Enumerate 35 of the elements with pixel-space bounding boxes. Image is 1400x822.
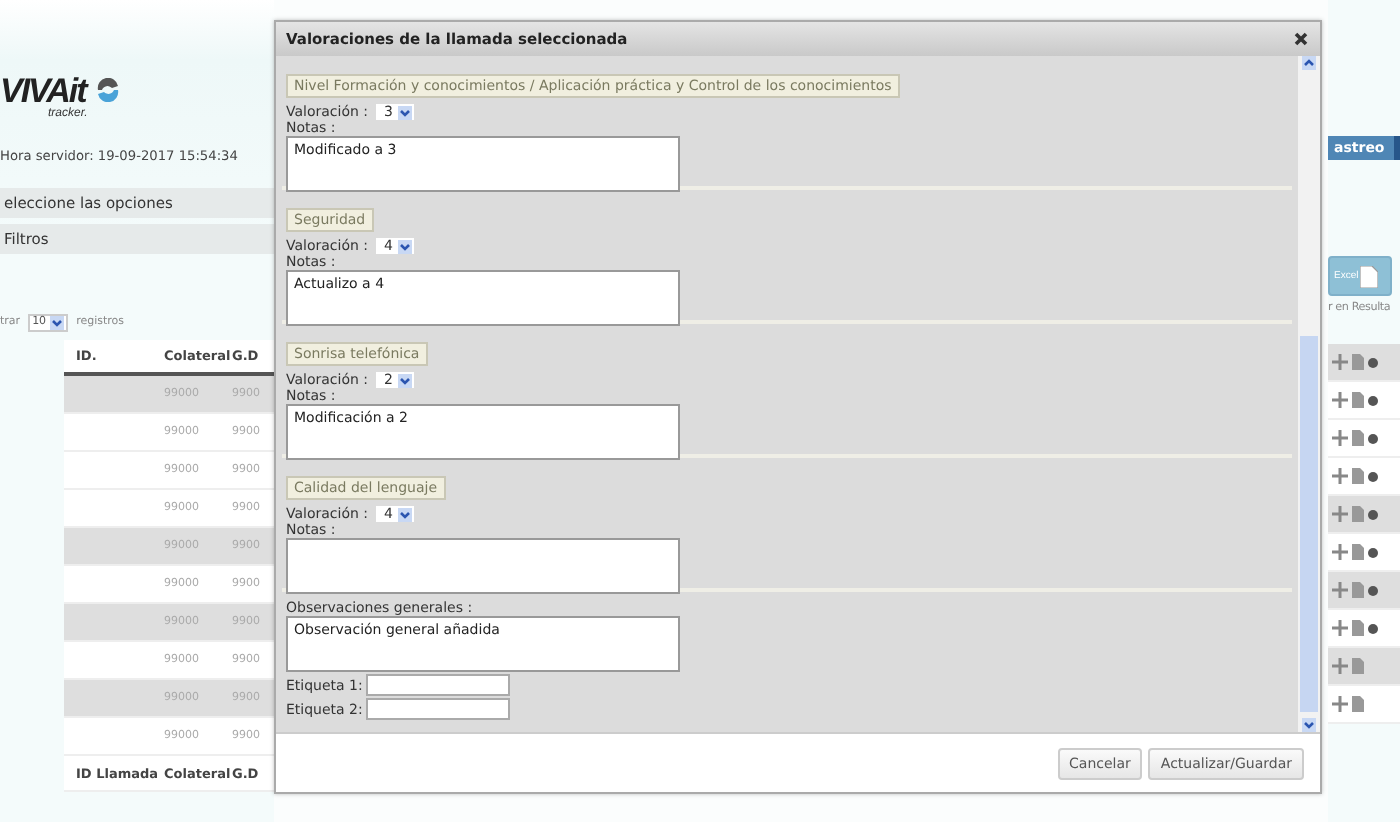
plus-icon[interactable] [1332,354,1348,370]
document-icon[interactable] [1352,658,1364,674]
plus-icon[interactable] [1332,696,1348,712]
plus-icon[interactable] [1332,468,1348,484]
document-icon [1360,265,1379,287]
brand-logo: VIVAit [0,72,86,110]
dot-icon[interactable] [1368,585,1378,595]
scrollbar[interactable] [1298,56,1320,732]
plus-icon[interactable] [1332,620,1348,636]
dot-icon[interactable] [1368,547,1378,557]
plus-icon[interactable] [1332,392,1348,408]
caret-icon [50,315,65,329]
close-icon[interactable] [1294,32,1308,46]
caret-icon [397,373,411,387]
tag-field[interactable] [366,698,510,720]
caret-icon [397,105,411,119]
plus-icon[interactable] [1332,430,1348,446]
caret-icon [397,507,411,521]
plus-icon[interactable] [1332,544,1348,560]
document-icon[interactable] [1352,696,1364,712]
scroll-up-icon [1302,56,1316,70]
dot-icon[interactable] [1368,509,1378,519]
notes-field[interactable] [286,538,680,594]
plus-icon[interactable] [1332,658,1348,674]
dot-icon[interactable] [1368,433,1378,443]
dot-icon[interactable] [1368,471,1378,481]
plus-icon[interactable] [1332,582,1348,598]
dot-icon[interactable] [1368,395,1378,405]
dot-icon[interactable] [1368,357,1378,367]
plus-icon[interactable] [1332,506,1348,522]
caret-icon [397,239,411,253]
dot-icon[interactable] [1368,623,1378,633]
swirl-logo-icon [93,78,122,102]
scroll-down-icon [1302,718,1316,732]
tag-field[interactable] [366,674,510,696]
